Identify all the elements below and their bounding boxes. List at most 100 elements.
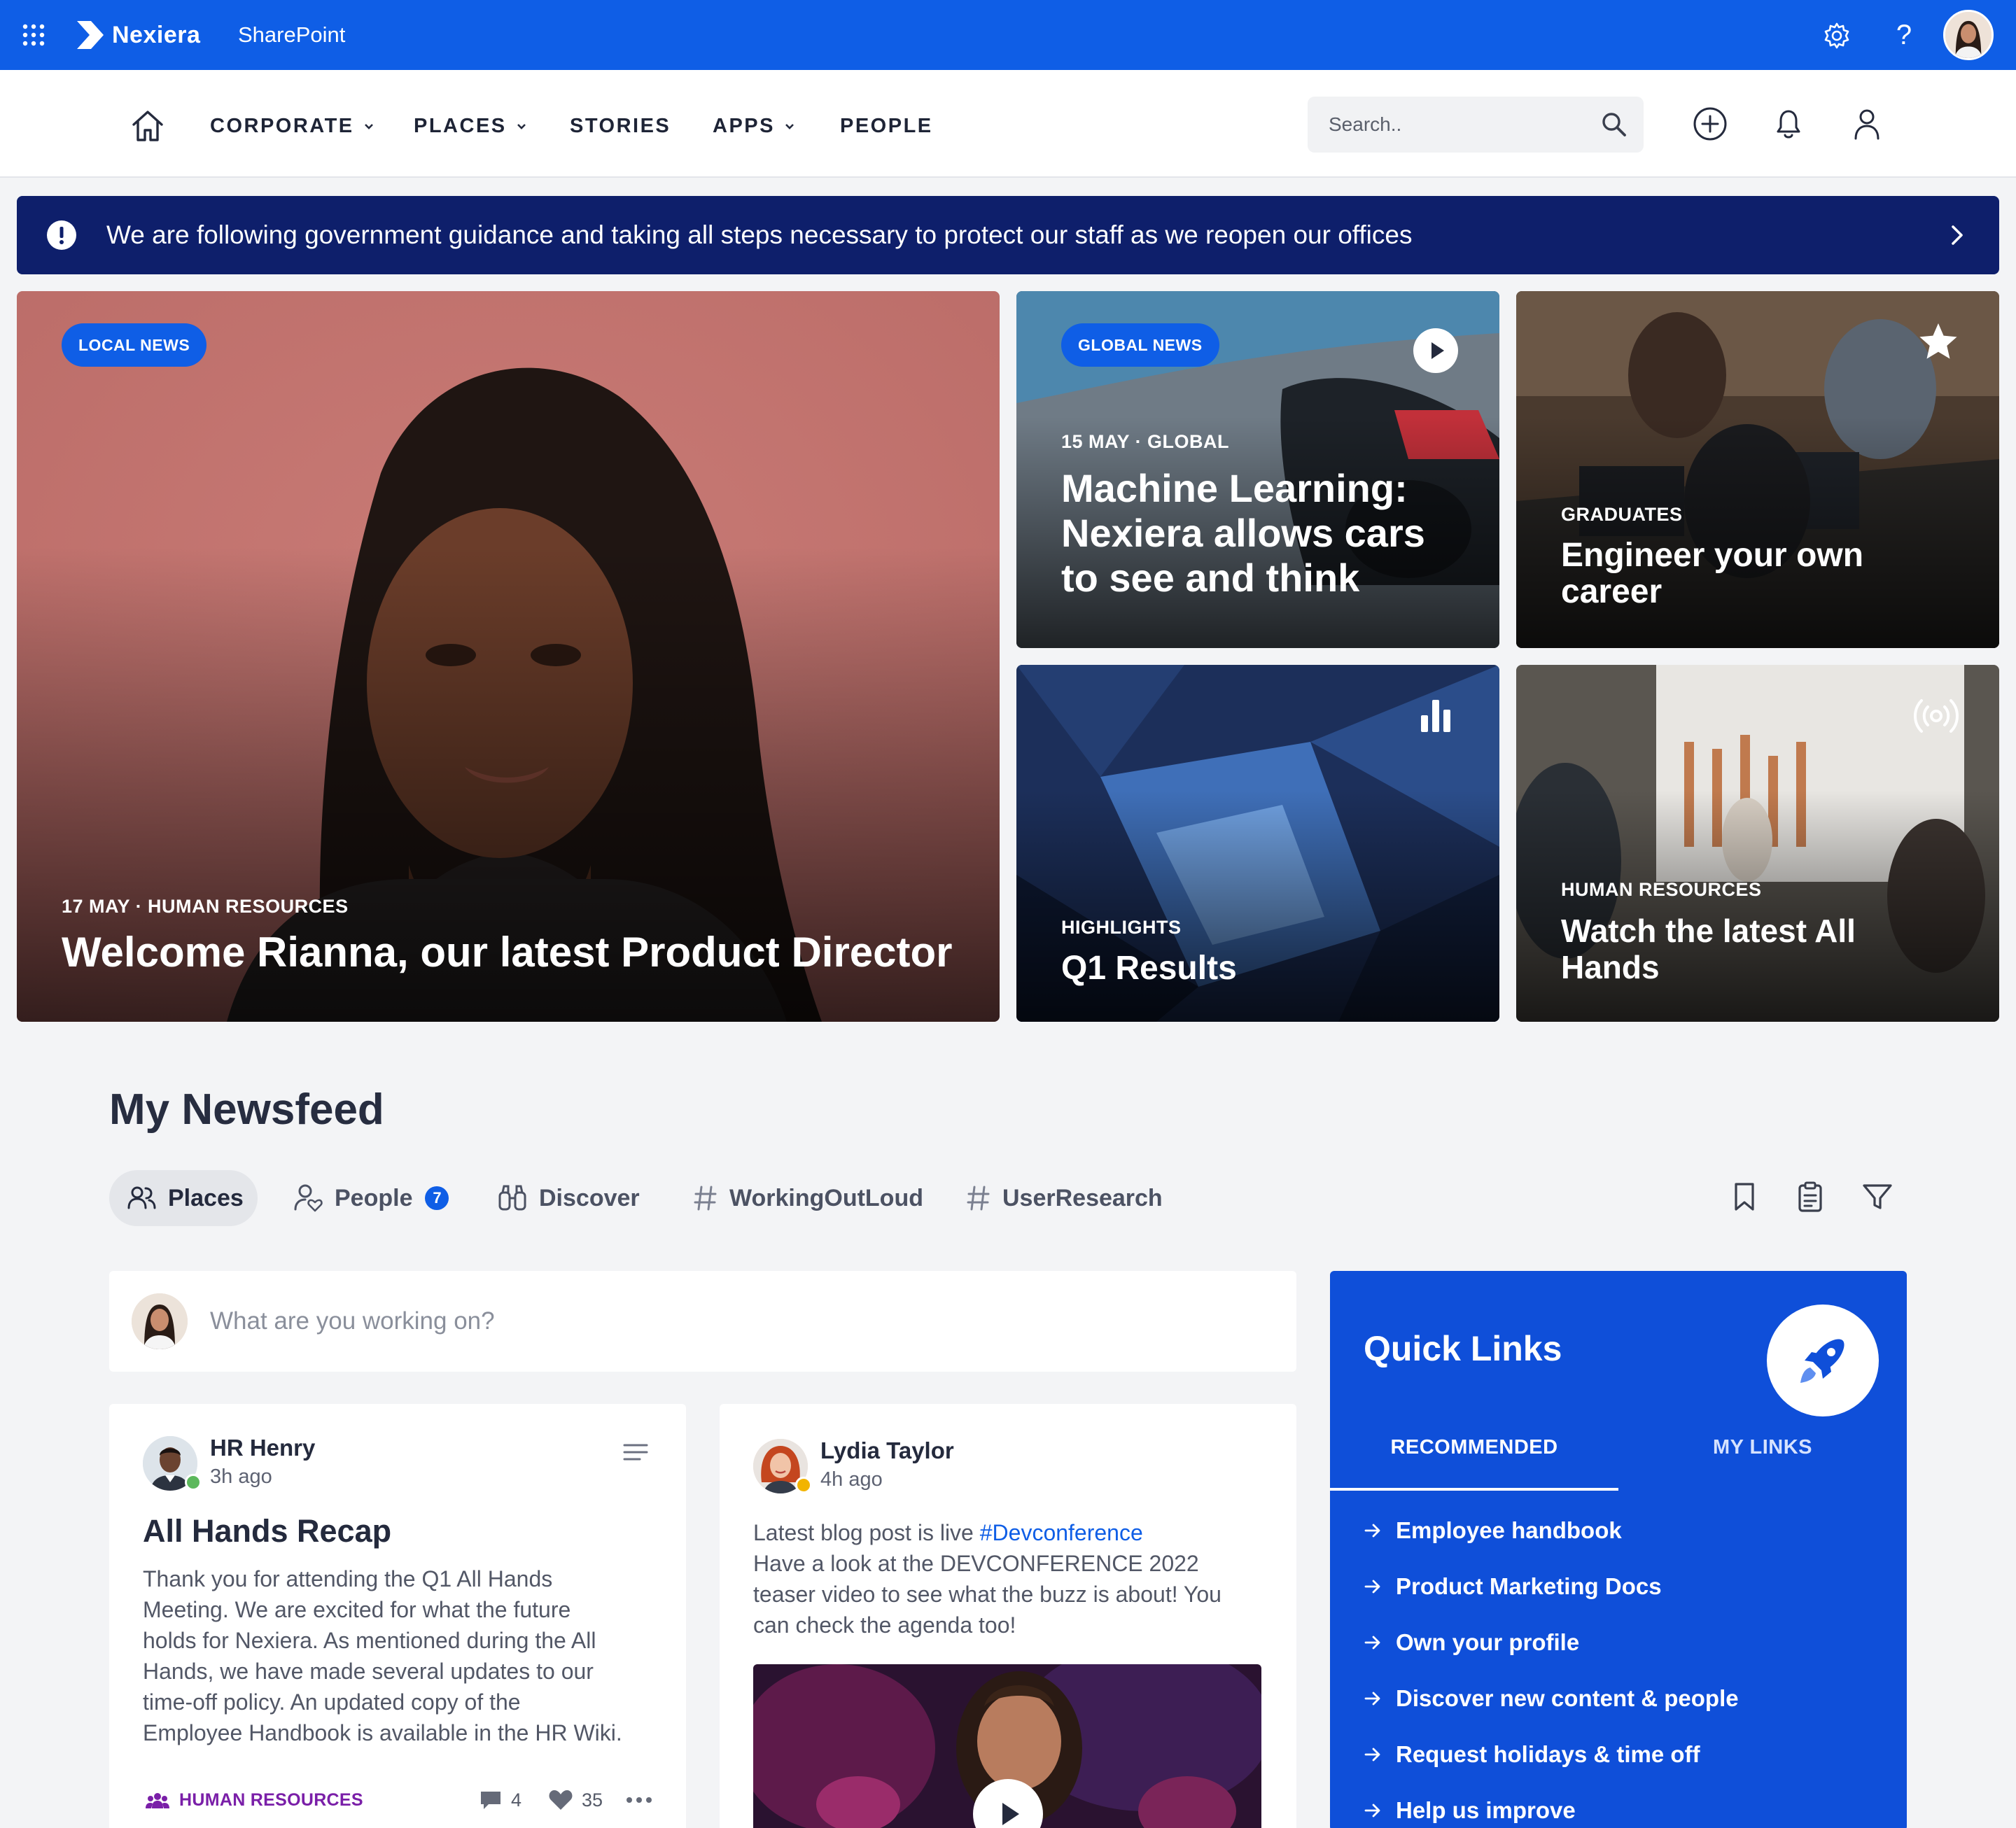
suite-bar: Nexiera SharePoint ? — [0, 0, 2016, 70]
bar-chart-icon[interactable] — [1418, 694, 1459, 735]
nexiera-logo-icon[interactable] — [73, 18, 106, 52]
quick-link-item[interactable]: Discover new content & people — [1364, 1681, 1739, 1716]
post-body-line: can check the agenda too! — [753, 1612, 1016, 1638]
post-category-label: HUMAN RESOURCES — [179, 1790, 363, 1810]
quick-link-item[interactable]: Request holidays & time off — [1364, 1737, 1700, 1772]
tile-title[interactable]: Machine Learning: Nexiera allows cars to… — [1061, 466, 1425, 600]
post-category[interactable]: HUMAN RESOURCES — [146, 1790, 363, 1811]
tile-meta: 15 MAY · GLOBAL — [1061, 431, 1230, 452]
tile-meta: HUMAN RESOURCES — [1561, 879, 1762, 900]
arrow-right-icon — [1364, 1636, 1380, 1650]
chevron-down-icon — [517, 124, 526, 130]
brand-name[interactable]: Nexiera — [112, 18, 200, 52]
video-thumbnail[interactable] — [753, 1664, 1261, 1828]
avatar — [132, 1293, 188, 1349]
nav-places[interactable]: PLACES — [414, 105, 526, 147]
hero-tile-graduates[interactable]: GRADUATES Engineer your own career — [1516, 291, 1999, 648]
category-pill[interactable]: LOCAL NEWS — [62, 323, 207, 367]
tab-working-out-loud-label: WorkingOutLoud — [729, 1185, 923, 1211]
more-icon[interactable] — [625, 1796, 653, 1804]
arrow-right-icon — [1364, 1524, 1380, 1538]
tile-title[interactable]: Q1 Results — [1061, 949, 1237, 987]
hero-tile-main[interactable]: LOCAL NEWS 17 MAY · HUMAN RESOURCES Welc… — [17, 291, 1000, 1022]
quick-link-item[interactable]: Own your profile — [1364, 1625, 1579, 1660]
gear-icon[interactable] — [1822, 21, 1851, 50]
tab-people-label: People — [335, 1185, 413, 1211]
nav-corporate[interactable]: CORPORATE — [210, 105, 374, 147]
tab-places-label: Places — [168, 1185, 244, 1211]
rocket-icon — [1800, 1339, 1844, 1383]
post-card[interactable]: HR Henry 3h ago All Hands Recap Thank yo… — [109, 1404, 686, 1828]
filter-icon[interactable] — [1861, 1180, 1894, 1214]
tab-working-out-loud[interactable]: WorkingOutLoud — [693, 1170, 923, 1226]
bookmark-icon[interactable] — [1728, 1180, 1761, 1214]
alert-banner[interactable]: We are following government guidance and… — [17, 196, 1999, 274]
quick-link-item[interactable]: Product Marketing Docs — [1364, 1569, 1662, 1604]
title-line: Engineer your own — [1561, 537, 1864, 574]
arrow-right-icon — [1364, 1748, 1380, 1762]
binoculars-icon — [498, 1185, 526, 1211]
play-icon[interactable] — [972, 1778, 1044, 1828]
product-name[interactable]: SharePoint — [238, 18, 345, 52]
people-icon — [127, 1186, 156, 1209]
hero-tile-q1-results[interactable]: HIGHLIGHTS Q1 Results — [1016, 665, 1499, 1022]
quick-links-title: Quick Links — [1364, 1329, 1562, 1368]
category-pill[interactable]: GLOBAL NEWS — [1061, 323, 1219, 367]
post-composer[interactable]: What are you working on? — [109, 1271, 1296, 1372]
play-icon[interactable] — [1413, 328, 1459, 374]
tab-places[interactable]: Places — [109, 1170, 258, 1226]
nav-people[interactable]: PEOPLE — [840, 105, 933, 147]
post-body-line: Meeting. We are excited for what the fut… — [143, 1597, 571, 1622]
nav-apps-label: APPS — [713, 115, 775, 137]
home-icon[interactable] — [128, 106, 167, 146]
nav-apps[interactable]: APPS — [713, 105, 794, 147]
post-card[interactable]: Lydia Taylor 4h ago Latest blog post is … — [720, 1404, 1296, 1828]
hero-tile-all-hands[interactable]: HUMAN RESOURCES Watch the latest All Han… — [1516, 665, 1999, 1022]
search-icon[interactable] — [1600, 111, 1628, 139]
post-body-line: holds for Nexiera. As mentioned during t… — [143, 1628, 596, 1653]
waffle-icon[interactable] — [21, 22, 46, 48]
clipboard-icon[interactable] — [1793, 1180, 1827, 1214]
comment-icon[interactable] — [479, 1789, 503, 1811]
post-body-line: teaser video to see what the buzz is abo… — [753, 1582, 1222, 1607]
plus-circle-icon[interactable] — [1690, 104, 1730, 144]
broadcast-icon[interactable] — [1911, 693, 1961, 739]
tile-meta: 17 MAY · HUMAN RESOURCES — [62, 896, 349, 917]
tab-discover-label: Discover — [539, 1185, 640, 1211]
user-icon[interactable] — [1847, 104, 1887, 144]
tile-title[interactable]: Watch the latest All Hands — [1561, 913, 1856, 985]
star-icon[interactable] — [1915, 319, 1961, 365]
tab-user-research[interactable]: UserResearch — [966, 1170, 1163, 1226]
tab-my-links[interactable]: MY LINKS — [1618, 1432, 1907, 1491]
tab-recommended[interactable]: RECOMMENDED — [1330, 1432, 1618, 1491]
hashtag-link[interactable]: #Devconference — [980, 1520, 1143, 1545]
tile-title[interactable]: Welcome Rianna, our latest Product Direc… — [62, 928, 953, 976]
search-box[interactable] — [1308, 97, 1644, 153]
nav-corporate-label: CORPORATE — [210, 115, 354, 137]
help-icon[interactable]: ? — [1889, 20, 1919, 50]
heart-icon[interactable] — [548, 1789, 573, 1811]
nav-stories[interactable]: STORIES — [570, 105, 671, 147]
post-author[interactable]: Lydia Taylor — [820, 1437, 954, 1464]
alert-exclamation-icon — [47, 220, 76, 250]
post-author[interactable]: HR Henry — [210, 1435, 315, 1461]
post-heading[interactable]: All Hands Recap — [143, 1513, 391, 1549]
title-line: to see and think — [1061, 556, 1360, 600]
chevron-right-icon[interactable] — [1943, 221, 1971, 249]
composer-input[interactable]: What are you working on? — [210, 1293, 1260, 1349]
tile-title[interactable]: Engineer your own career — [1561, 537, 1863, 610]
menu-lines-icon[interactable] — [623, 1442, 648, 1463]
hero-tile-machine-learning[interactable]: GLOBAL NEWS 15 MAY · GLOBAL Machine Lear… — [1016, 291, 1499, 648]
tab-discover[interactable]: Discover — [497, 1170, 640, 1226]
quick-link-item[interactable]: Employee handbook — [1364, 1513, 1622, 1548]
post-body: Latest blog post is live #Devconference … — [753, 1517, 1271, 1640]
avatar[interactable] — [1943, 10, 1994, 60]
quick-link-item[interactable]: Help us improve — [1364, 1793, 1576, 1828]
quick-link-label: Employee handbook — [1396, 1517, 1622, 1543]
tab-people[interactable]: People 7 — [293, 1170, 449, 1226]
search-input[interactable] — [1329, 97, 1595, 153]
post-body-line: Hands, we have made several updates to o… — [143, 1659, 594, 1684]
quick-link-label: Request holidays & time off — [1396, 1741, 1700, 1767]
like-count: 35 — [582, 1789, 603, 1811]
bell-icon[interactable] — [1768, 104, 1809, 144]
